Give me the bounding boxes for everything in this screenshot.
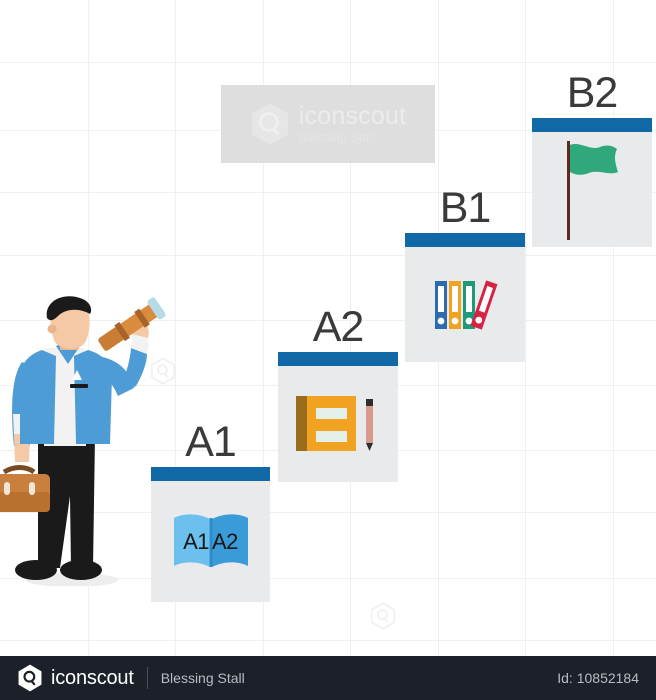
open-book-icon: A1 A2 — [172, 511, 250, 573]
notebook-and-pencil-icon — [296, 396, 373, 451]
footer-asset-id: Id: 10852184 — [557, 670, 639, 686]
iconscout-hexagon-search-icon — [370, 602, 396, 630]
step-label-b2: B2 — [566, 69, 619, 117]
step-body-a2 — [278, 366, 398, 482]
iconscout-hexagon-search-icon — [18, 664, 42, 692]
book-label-right: A2 — [212, 528, 238, 554]
grid-line-vertical — [525, 0, 526, 656]
step-label-b1: B1 — [439, 184, 492, 232]
shirt-left-panel — [20, 350, 56, 444]
flag-icon — [567, 141, 618, 240]
illustration-canvas: iconscout Blessing Stall A1 A1 A2 A2 B1 … — [0, 0, 656, 656]
shoe-right — [60, 560, 102, 580]
shoe-left — [15, 560, 57, 580]
grid-line-horizontal — [0, 255, 656, 256]
footer-divider — [146, 667, 148, 689]
step-label-a2: A2 — [312, 303, 365, 351]
grid-line-horizontal — [0, 640, 656, 641]
step-cap-b2 — [532, 118, 652, 132]
step-block-b2[interactable]: B2 — [532, 72, 652, 247]
briefcase — [0, 465, 50, 512]
name-tag — [70, 384, 88, 388]
footer-author: Blessing Stall — [160, 670, 245, 686]
ear — [47, 324, 57, 334]
watermark-subtitle: Blessing Stall — [298, 130, 376, 145]
step-block-a2[interactable]: A2 — [278, 306, 398, 482]
watermark-brand: iconscout — [298, 101, 407, 130]
step-block-b1[interactable]: B1 — [405, 187, 525, 362]
step-body-b2 — [532, 132, 652, 247]
telescope-icon — [98, 297, 166, 351]
book-label-left: A1 — [183, 528, 209, 554]
step-cap-b1 — [405, 233, 525, 247]
step-cap-a2 — [278, 352, 398, 366]
step-body-b1 — [405, 247, 525, 362]
footer-bar: iconscout Blessing Stall Id: 10852184 — [0, 656, 656, 700]
footer-brand: iconscout — [51, 666, 134, 689]
grid-line-horizontal — [0, 62, 656, 63]
binders-icon — [435, 279, 498, 330]
iconscout-hexagon-search-icon — [251, 103, 288, 145]
businessman-with-telescope — [0, 296, 175, 587]
watermark-block: iconscout Blessing Stall — [221, 85, 435, 163]
